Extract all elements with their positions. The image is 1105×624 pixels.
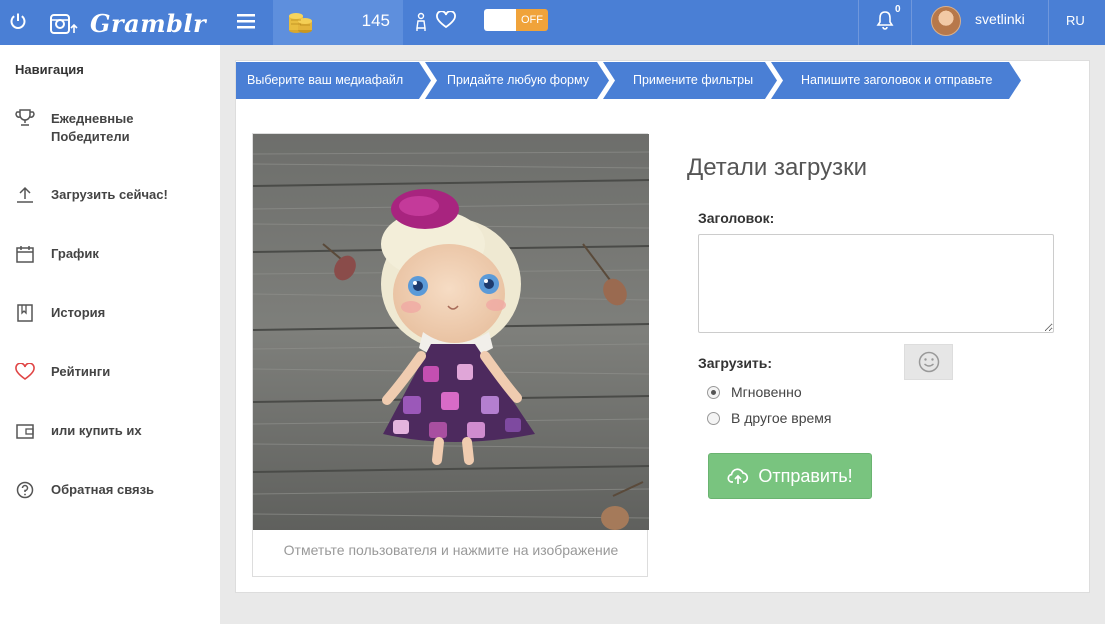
book-icon — [17, 304, 33, 322]
bell-icon[interactable] — [876, 10, 894, 30]
emoji-button[interactable] — [904, 344, 953, 380]
divider — [858, 0, 859, 45]
upload-details-title: Детали загрузки — [687, 154, 868, 181]
username[interactable]: svetlinki — [975, 11, 1025, 27]
sidebar-item-label: Ежедневные Победители — [51, 110, 201, 146]
uploaded-photo[interactable] — [253, 134, 649, 530]
step-caption-send[interactable]: Напишите заголовок и отправьте — [771, 62, 1021, 99]
radio-instant-input[interactable] — [707, 385, 720, 399]
power-icon[interactable] — [8, 11, 28, 31]
step-label: Примените фильтры — [633, 73, 754, 87]
sidebar-item-label: Обратная связь — [51, 482, 155, 497]
app-logo[interactable]: Gramblr — [50, 9, 206, 38]
auto-like-toggle[interactable]: OFF — [484, 9, 548, 31]
toggle-state: OFF — [516, 9, 548, 31]
heart-icon[interactable] — [436, 11, 456, 29]
radio-instant-label: Мгновенно — [731, 384, 802, 400]
radio-later[interactable]: В другое время — [707, 410, 832, 426]
instagram-upload-icon — [50, 13, 78, 34]
sidebar-item-label: Рейтинги — [51, 364, 111, 379]
step-label: Напишите заголовок и отправьте — [801, 73, 993, 87]
calendar-icon — [16, 246, 34, 263]
sidebar-heading: Навигация — [15, 62, 84, 77]
sidebar-item-label: Загрузить сейчас! — [51, 187, 168, 202]
caption-label: Заголовок: — [698, 210, 775, 226]
step-label: Придайте любую форму — [447, 73, 589, 87]
sidebar-item-text: Ежедневные Победители — [51, 111, 134, 144]
toggle-knob — [484, 9, 516, 31]
sidebar-item-schedule[interactable]: График — [15, 245, 215, 265]
step-label: Выберите ваш медиафайл — [247, 73, 404, 87]
app-logo-text: Gramblr — [90, 9, 207, 38]
upload-panel: Выберите ваш медиафайл Придайте любую фо… — [235, 60, 1090, 593]
sidebar-item-upload-now[interactable]: Загрузить сейчас! — [15, 186, 215, 206]
language-switcher[interactable]: RU — [1066, 13, 1085, 28]
wallet-icon — [16, 424, 34, 439]
sidebar-item-feedback[interactable]: Обратная связь — [15, 481, 215, 501]
cloud-upload-icon — [727, 468, 749, 484]
sidebar-item-ratings[interactable]: Рейтинги — [15, 363, 215, 383]
sidebar-item-daily-winners[interactable]: Ежедневные Победители — [15, 109, 215, 145]
send-button[interactable]: Отправить! — [708, 453, 872, 499]
trophy-icon — [15, 109, 35, 126]
schedule-label: Загрузить: — [698, 355, 773, 371]
step-shape[interactable]: Придайте любую форму — [425, 62, 609, 99]
heart-icon — [15, 363, 35, 380]
send-button-label: Отправить! — [758, 465, 853, 486]
person-icon[interactable] — [414, 12, 428, 32]
sidebar-item-buy[interactable]: или купить их — [15, 422, 215, 442]
sidebar-item-label: График — [51, 246, 99, 261]
smiley-icon — [918, 351, 939, 373]
radio-instant[interactable]: Мгновенно — [707, 384, 802, 400]
divider — [1048, 0, 1049, 45]
coin-balance[interactable]: 145 — [273, 0, 403, 45]
avatar[interactable] — [931, 6, 961, 36]
top-bar: Gramblr 145 OFF 0 svetlinki RU — [0, 0, 1105, 45]
coin-count: 145 — [361, 11, 390, 30]
radio-later-label: В другое время — [731, 410, 832, 426]
sidebar-item-label: История — [51, 305, 106, 320]
tag-user-hint: Отметьте пользователя и нажмите на изобр… — [283, 542, 619, 558]
divider — [911, 0, 912, 45]
menu-icon[interactable] — [236, 12, 256, 30]
sidebar-item-history[interactable]: История — [15, 304, 215, 324]
sidebar: Навигация Ежедневные Победители Загрузит… — [0, 45, 220, 624]
step-filters[interactable]: Примените фильтры — [603, 62, 777, 99]
caption-textarea[interactable] — [698, 234, 1054, 333]
sidebar-item-label: или купить их — [51, 423, 142, 438]
help-icon — [16, 481, 34, 499]
radio-later-input[interactable] — [707, 411, 720, 425]
step-select-media[interactable]: Выберите ваш медиафайл — [236, 62, 431, 99]
coins-icon — [289, 13, 312, 33]
notification-count: 0 — [895, 4, 901, 15]
photo-preview[interactable]: Отметьте пользователя и нажмите на изобр… — [252, 133, 649, 577]
upload-icon — [17, 186, 33, 203]
